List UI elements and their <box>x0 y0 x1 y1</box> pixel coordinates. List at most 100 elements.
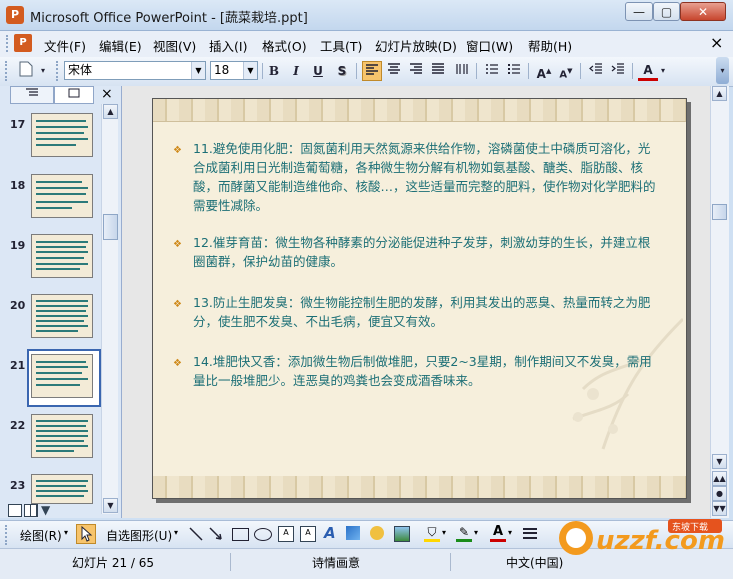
menu-help[interactable]: 帮助(H) <box>528 36 572 55</box>
slideshow-view-icon[interactable]: ▼ <box>41 503 50 517</box>
menu-file[interactable]: 文件(F) <box>44 36 86 55</box>
scroll-thumb[interactable] <box>712 204 727 220</box>
toolbar-grip-2[interactable] <box>56 61 61 81</box>
main-scrollbar[interactable]: ▲ ▼ ▲▲ ● ▼▼ <box>710 86 729 518</box>
bulleted-list-icon[interactable] <box>504 61 524 81</box>
menu-grip[interactable] <box>6 35 11 52</box>
document-icon[interactable]: P <box>14 34 32 52</box>
align-right-icon[interactable] <box>406 61 426 81</box>
menu-slideshow[interactable]: 幻灯片放映(D) <box>375 36 457 55</box>
numbered-list-icon[interactable] <box>482 61 502 81</box>
powerpoint-icon[interactable]: P <box>6 6 24 24</box>
bullet-text-14[interactable]: 14.堆肥快又香：添加微生物后制做堆肥，只要2~3星期，制作期间又不发臭，需用量… <box>193 352 661 390</box>
increase-indent-icon[interactable] <box>608 61 628 81</box>
menu-edit[interactable]: 编辑(E) <box>99 36 142 55</box>
autoshapes-menu[interactable]: 自选图形(U) <box>106 527 172 544</box>
font-name-select[interactable]: 宋体 ▼ <box>64 61 206 80</box>
menu-format[interactable]: 格式(O) <box>262 36 307 55</box>
new-dropdown-icon[interactable]: ▾ <box>38 61 48 81</box>
draw-menu[interactable]: 绘图(R) <box>20 527 62 544</box>
text-box-icon[interactable]: A <box>278 526 294 542</box>
distribute-icon[interactable] <box>452 61 472 81</box>
slide-thumbnail-20[interactable] <box>31 294 93 338</box>
pane-close-button[interactable]: × <box>101 86 113 102</box>
toolbar-grip[interactable] <box>5 525 10 545</box>
chevron-down-icon[interactable]: ▾ <box>442 528 446 537</box>
oval-icon[interactable] <box>254 528 272 541</box>
minimize-button[interactable]: — <box>625 2 653 21</box>
select-browse-object-icon[interactable]: ● <box>712 486 727 501</box>
wordart-icon[interactable]: A <box>324 524 336 542</box>
current-slide[interactable]: ❖ 11.避免使用化肥：固氮菌利用天然氮源来供给作物，溶磷菌使土中磷质可溶化，光… <box>152 98 687 499</box>
chevron-down-icon[interactable]: ▼ <box>191 62 205 79</box>
increase-font-icon[interactable]: A▲ <box>534 61 554 81</box>
font-color-button[interactable]: A <box>638 61 658 81</box>
previous-slide-icon[interactable]: ▲▲ <box>712 471 727 486</box>
scroll-thumb[interactable] <box>103 214 118 240</box>
scroll-up-icon[interactable]: ▲ <box>712 86 727 101</box>
bullet-text-12[interactable]: 12.催芽育苗：微生物各种酵素的分泌能促进种子发芽，刺激幼芽的生长，并建立根圈菌… <box>193 233 661 271</box>
slide-sorter-view-icon[interactable] <box>24 504 38 517</box>
chevron-down-icon[interactable]: ▾ <box>474 528 478 537</box>
design-template-name: 诗情画意 <box>312 556 361 570</box>
slide-number: 23 <box>10 479 26 492</box>
align-center-icon[interactable] <box>384 61 404 81</box>
toolbar-options-icon[interactable]: ▾ <box>716 57 729 84</box>
justify-icon[interactable] <box>428 61 448 81</box>
menu-window[interactable]: 窗口(W) <box>466 36 513 55</box>
slide-thumbnail-23[interactable] <box>31 474 93 504</box>
maximize-button[interactable]: ▢ <box>653 2 680 21</box>
slides-pane-scrollbar[interactable]: ▲ ▼ <box>101 104 118 514</box>
bullet-icon: ❖ <box>173 358 182 369</box>
select-objects-icon[interactable] <box>76 524 96 544</box>
rectangle-icon[interactable] <box>232 528 249 541</box>
slide-thumbnail-17[interactable] <box>31 113 93 157</box>
chevron-down-icon[interactable]: ▾ <box>508 528 512 537</box>
slide-counter: 幻灯片 21 / 65 <box>72 556 155 570</box>
font-color-dropdown-icon[interactable]: ▾ <box>658 61 668 81</box>
decrease-font-icon[interactable]: A▼ <box>556 61 576 81</box>
line-color-icon[interactable]: ✎ <box>456 525 472 542</box>
scroll-up-icon[interactable]: ▲ <box>103 104 118 119</box>
line-style-icon[interactable] <box>522 527 538 544</box>
picture-icon[interactable] <box>394 526 410 542</box>
line-icon[interactable] <box>188 526 204 545</box>
scroll-down-icon[interactable]: ▼ <box>712 454 727 469</box>
vertical-text-box-icon[interactable]: A <box>300 526 316 542</box>
menu-tools[interactable]: 工具(T) <box>320 36 362 55</box>
fill-color-icon[interactable]: ⛉ <box>424 525 440 542</box>
new-document-icon[interactable] <box>16 61 36 81</box>
menu-view[interactable]: 视图(V) <box>153 36 196 55</box>
close-button[interactable]: ✕ <box>680 2 726 21</box>
shadow-button[interactable]: S <box>332 61 352 81</box>
outline-tab[interactable] <box>10 86 54 104</box>
align-left-icon[interactable] <box>362 61 382 81</box>
font-size-select[interactable]: 18 ▼ <box>210 61 258 80</box>
slide-thumbnail-19[interactable] <box>31 234 93 278</box>
document-close-button[interactable]: × <box>710 33 723 52</box>
italic-button[interactable]: I <box>286 61 306 81</box>
slide-thumbnail-18[interactable] <box>31 174 93 218</box>
bold-button[interactable]: B <box>264 61 284 81</box>
font-color-icon[interactable]: A <box>490 524 506 542</box>
bullet-text-13[interactable]: 13.防止生肥发臭：微生物能控制生肥的发酵，利用其发出的恶臭、热量而转之为肥分，… <box>193 293 661 331</box>
slide-thumbnail-22[interactable] <box>31 414 93 458</box>
chevron-down-icon[interactable]: ▼ <box>243 62 257 79</box>
normal-view-icon[interactable] <box>8 504 22 517</box>
next-slide-icon[interactable]: ▼▼ <box>712 501 727 516</box>
decrease-indent-icon[interactable] <box>586 61 606 81</box>
bottom-border-pattern <box>153 476 686 498</box>
chevron-down-icon[interactable]: ▾ <box>174 528 178 537</box>
slide-thumbnail-21[interactable] <box>31 354 93 398</box>
clip-art-icon[interactable] <box>370 526 384 540</box>
scroll-down-icon[interactable]: ▼ <box>103 498 118 513</box>
toolbar-grip[interactable] <box>5 61 10 81</box>
diagram-icon[interactable] <box>346 526 360 540</box>
underline-button[interactable]: U <box>308 61 328 81</box>
menu-insert[interactable]: 插入(I) <box>209 36 247 55</box>
bullet-text-11[interactable]: 11.避免使用化肥：固氮菌利用天然氮源来供给作物，溶磷菌使土中磷质可溶化，光合成… <box>193 139 661 215</box>
arrow-icon[interactable] <box>208 526 224 545</box>
slides-tab[interactable] <box>54 86 94 104</box>
toolbar-separator <box>580 63 581 79</box>
chevron-down-icon[interactable]: ▾ <box>64 528 68 537</box>
